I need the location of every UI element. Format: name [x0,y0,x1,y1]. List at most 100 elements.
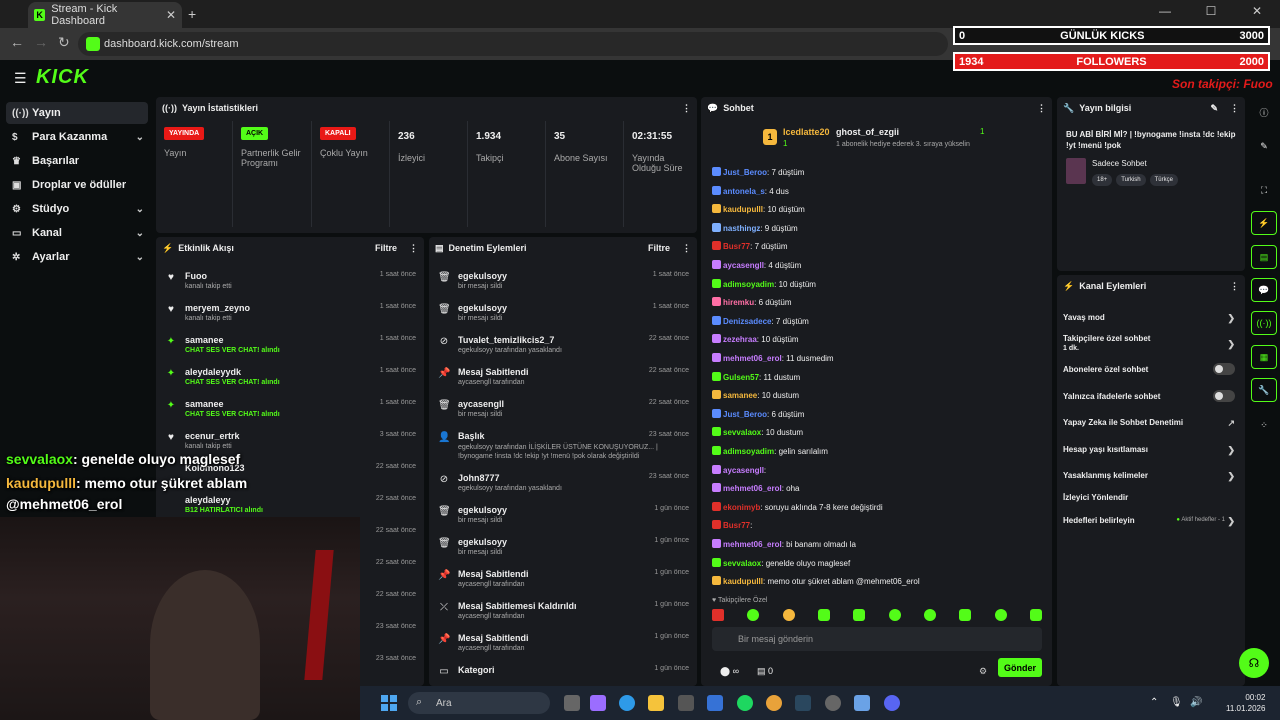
tray-chevron-icon[interactable]: ⌃ [1150,697,1158,708]
apps-icon[interactable]: ⁘ [1251,413,1277,437]
spotify-icon[interactable] [737,695,753,711]
action-goals[interactable]: Hedefleri belirleyin ● Aktif hedefler - 1… [1063,516,1239,526]
toggle-switch[interactable] [1213,390,1235,402]
event-user[interactable]: samanee [185,399,224,409]
chat-username[interactable]: Denizsadece [723,317,771,326]
emote-icon[interactable] [959,609,972,621]
gift-recipient[interactable]: ghost_of_ezgii [836,127,899,137]
fullscreen-icon[interactable]: ⛶ [1251,178,1277,202]
microphone-icon[interactable]: 🎙 [1170,697,1183,708]
chat-username[interactable]: mehmet06_erol [723,484,782,493]
emote-icon[interactable] [888,609,901,621]
chat-username[interactable]: mehmet06_erol [723,354,782,363]
event-user[interactable]: Fuoo [185,271,207,281]
forward-icon[interactable]: → [34,34,48,50]
store-icon[interactable]: ▤ 0 [757,666,773,677]
event-user[interactable]: samanee [185,335,224,345]
url-field[interactable]: dashboard.kick.com/stream [78,32,948,56]
action-slow-mode[interactable]: Yavaş mod ❯ [1063,313,1239,323]
sidebar-item-para-kazanma[interactable]: $ Para Kazanma ⌄ [6,126,148,148]
action-emote-only[interactable]: Yalnızca ifadelerle sohbet [1063,390,1239,402]
close-tab-icon[interactable]: ✕ [166,8,176,22]
mail-icon[interactable] [707,695,723,711]
windows-start-icon[interactable] [381,695,397,711]
event-user[interactable]: meryem_zeyno [185,303,250,313]
more-options-icon[interactable]: ⋮ [682,103,691,114]
action-ai-moderation[interactable]: Yapay Zeka ile Sohbet Denetimi ↗ [1063,418,1239,428]
sidebar-item-studyo[interactable]: ⚙ Stüdyo ⌄ [6,198,148,220]
action-subs-only[interactable]: Abonelere özel sohbet [1063,363,1239,375]
sidebar-item-yayin[interactable]: ((·)) Yayın [6,102,148,124]
event-user[interactable]: ecenur_ertrk [185,431,240,441]
chat-username[interactable]: sevvalaox [723,428,761,437]
sidebar-item-ayarlar[interactable]: ✲ Ayarlar ⌄ [6,246,148,268]
more-options-icon[interactable]: ⋮ [1230,103,1239,114]
mod-target[interactable]: Kategori [458,665,495,675]
chat-username[interactable]: kaudupulll [723,577,763,586]
mod-target[interactable]: aycasengll [458,399,504,409]
chat-username[interactable]: aycasengll [723,466,764,475]
emote-icon[interactable] [747,609,760,621]
task-view-icon[interactable] [564,695,580,711]
app-icon[interactable] [825,695,841,711]
more-options-icon[interactable]: ⋮ [1037,103,1046,114]
emote-icon[interactable] [994,609,1007,621]
chat-username[interactable]: kaudupulll [723,205,763,214]
app-icon[interactable] [854,695,870,711]
chat-username[interactable]: Just_Beroo [723,168,767,177]
mod-target[interactable]: egekulsoyy [458,303,507,313]
more-options-icon[interactable]: ⋮ [409,243,418,254]
chat-username[interactable]: adimsoyadim [723,280,774,289]
steam-icon[interactable] [795,695,811,711]
edit-icon[interactable]: ✎ [1251,134,1277,158]
top-gifter[interactable]: Icedlatte20 [783,127,830,137]
emote-icon[interactable] [712,609,724,621]
support-button[interactable]: ☊ [1239,648,1269,678]
event-user[interactable]: aleydaleyy [185,495,231,505]
sidebar-item-kanal[interactable]: ▭ Kanal ⌄ [6,222,148,244]
more-options-icon[interactable]: ⋮ [682,243,691,254]
edit-icon[interactable]: ✎ [1210,103,1218,114]
chat-username[interactable]: sevvalaox [723,559,761,568]
copilot-icon[interactable] [590,695,606,711]
chat-username[interactable]: hiremku [723,298,754,307]
chat-username[interactable]: Busr77 [723,521,750,530]
chat-username[interactable]: aycasengll [723,261,764,270]
points-icon[interactable]: ⬤ ∞ [720,666,739,677]
chat-input[interactable]: Bir mesaj gönderin [712,627,1042,651]
tag[interactable]: Türkçe [1149,174,1178,186]
wrench-icon[interactable]: 🔧 [1251,378,1277,402]
chat-username[interactable]: Busr77 [723,242,750,251]
store-icon[interactable] [678,695,694,711]
chat-settings-icon[interactable]: ⚙ [979,666,987,677]
sidebar-item-basarilar[interactable]: ♛ Başarılar [6,150,148,172]
filter-button[interactable]: Filtre [648,243,670,253]
emote-icon[interactable] [1029,609,1042,621]
action-banned-words[interactable]: Yasaklanmış kelimeler ❯ [1063,471,1239,481]
emote-icon[interactable] [923,609,936,621]
chat-username[interactable]: Gulsen57 [723,373,759,382]
action-account-age[interactable]: Hesap yaşı kısıtlaması ❯ [1063,445,1239,455]
bolt-icon[interactable]: ⚡ [1251,211,1277,235]
minimize-icon[interactable]: — [1142,4,1188,18]
tag[interactable]: Turkish [1116,174,1146,186]
stream-category[interactable]: Sadece Sohbet [1092,159,1147,168]
chat-username[interactable]: mehmet06_erol [723,540,782,549]
browser-tab[interactable]: K Stream - Kick Dashboard ✕ [28,2,182,28]
mod-target[interactable]: Başlık [458,431,485,441]
menu-icon[interactable]: ☰ [14,70,27,87]
broadcast-icon[interactable]: ((·)) [1251,311,1277,335]
taskbar-clock[interactable]: 00:02 11.01.2026 [1226,692,1265,714]
info-icon[interactable]: ⓘ [1251,100,1277,124]
chat-username[interactable]: nasthingz [723,224,760,233]
chat-username[interactable]: antonela_s [723,187,765,196]
mod-target[interactable]: egekulsoyy [458,271,507,281]
filter-button[interactable]: Filtre [375,243,397,253]
action-raid[interactable]: İzleyici Yönlendir [1063,493,1239,502]
new-tab-button[interactable]: + [188,6,196,22]
tag[interactable]: 18+ [1092,174,1113,186]
emote-icon[interactable] [817,609,830,621]
document-icon[interactable]: ▤ [1251,245,1277,269]
chat-username[interactable]: zezehraa [723,335,757,344]
mod-target[interactable]: John8777 [458,473,500,483]
